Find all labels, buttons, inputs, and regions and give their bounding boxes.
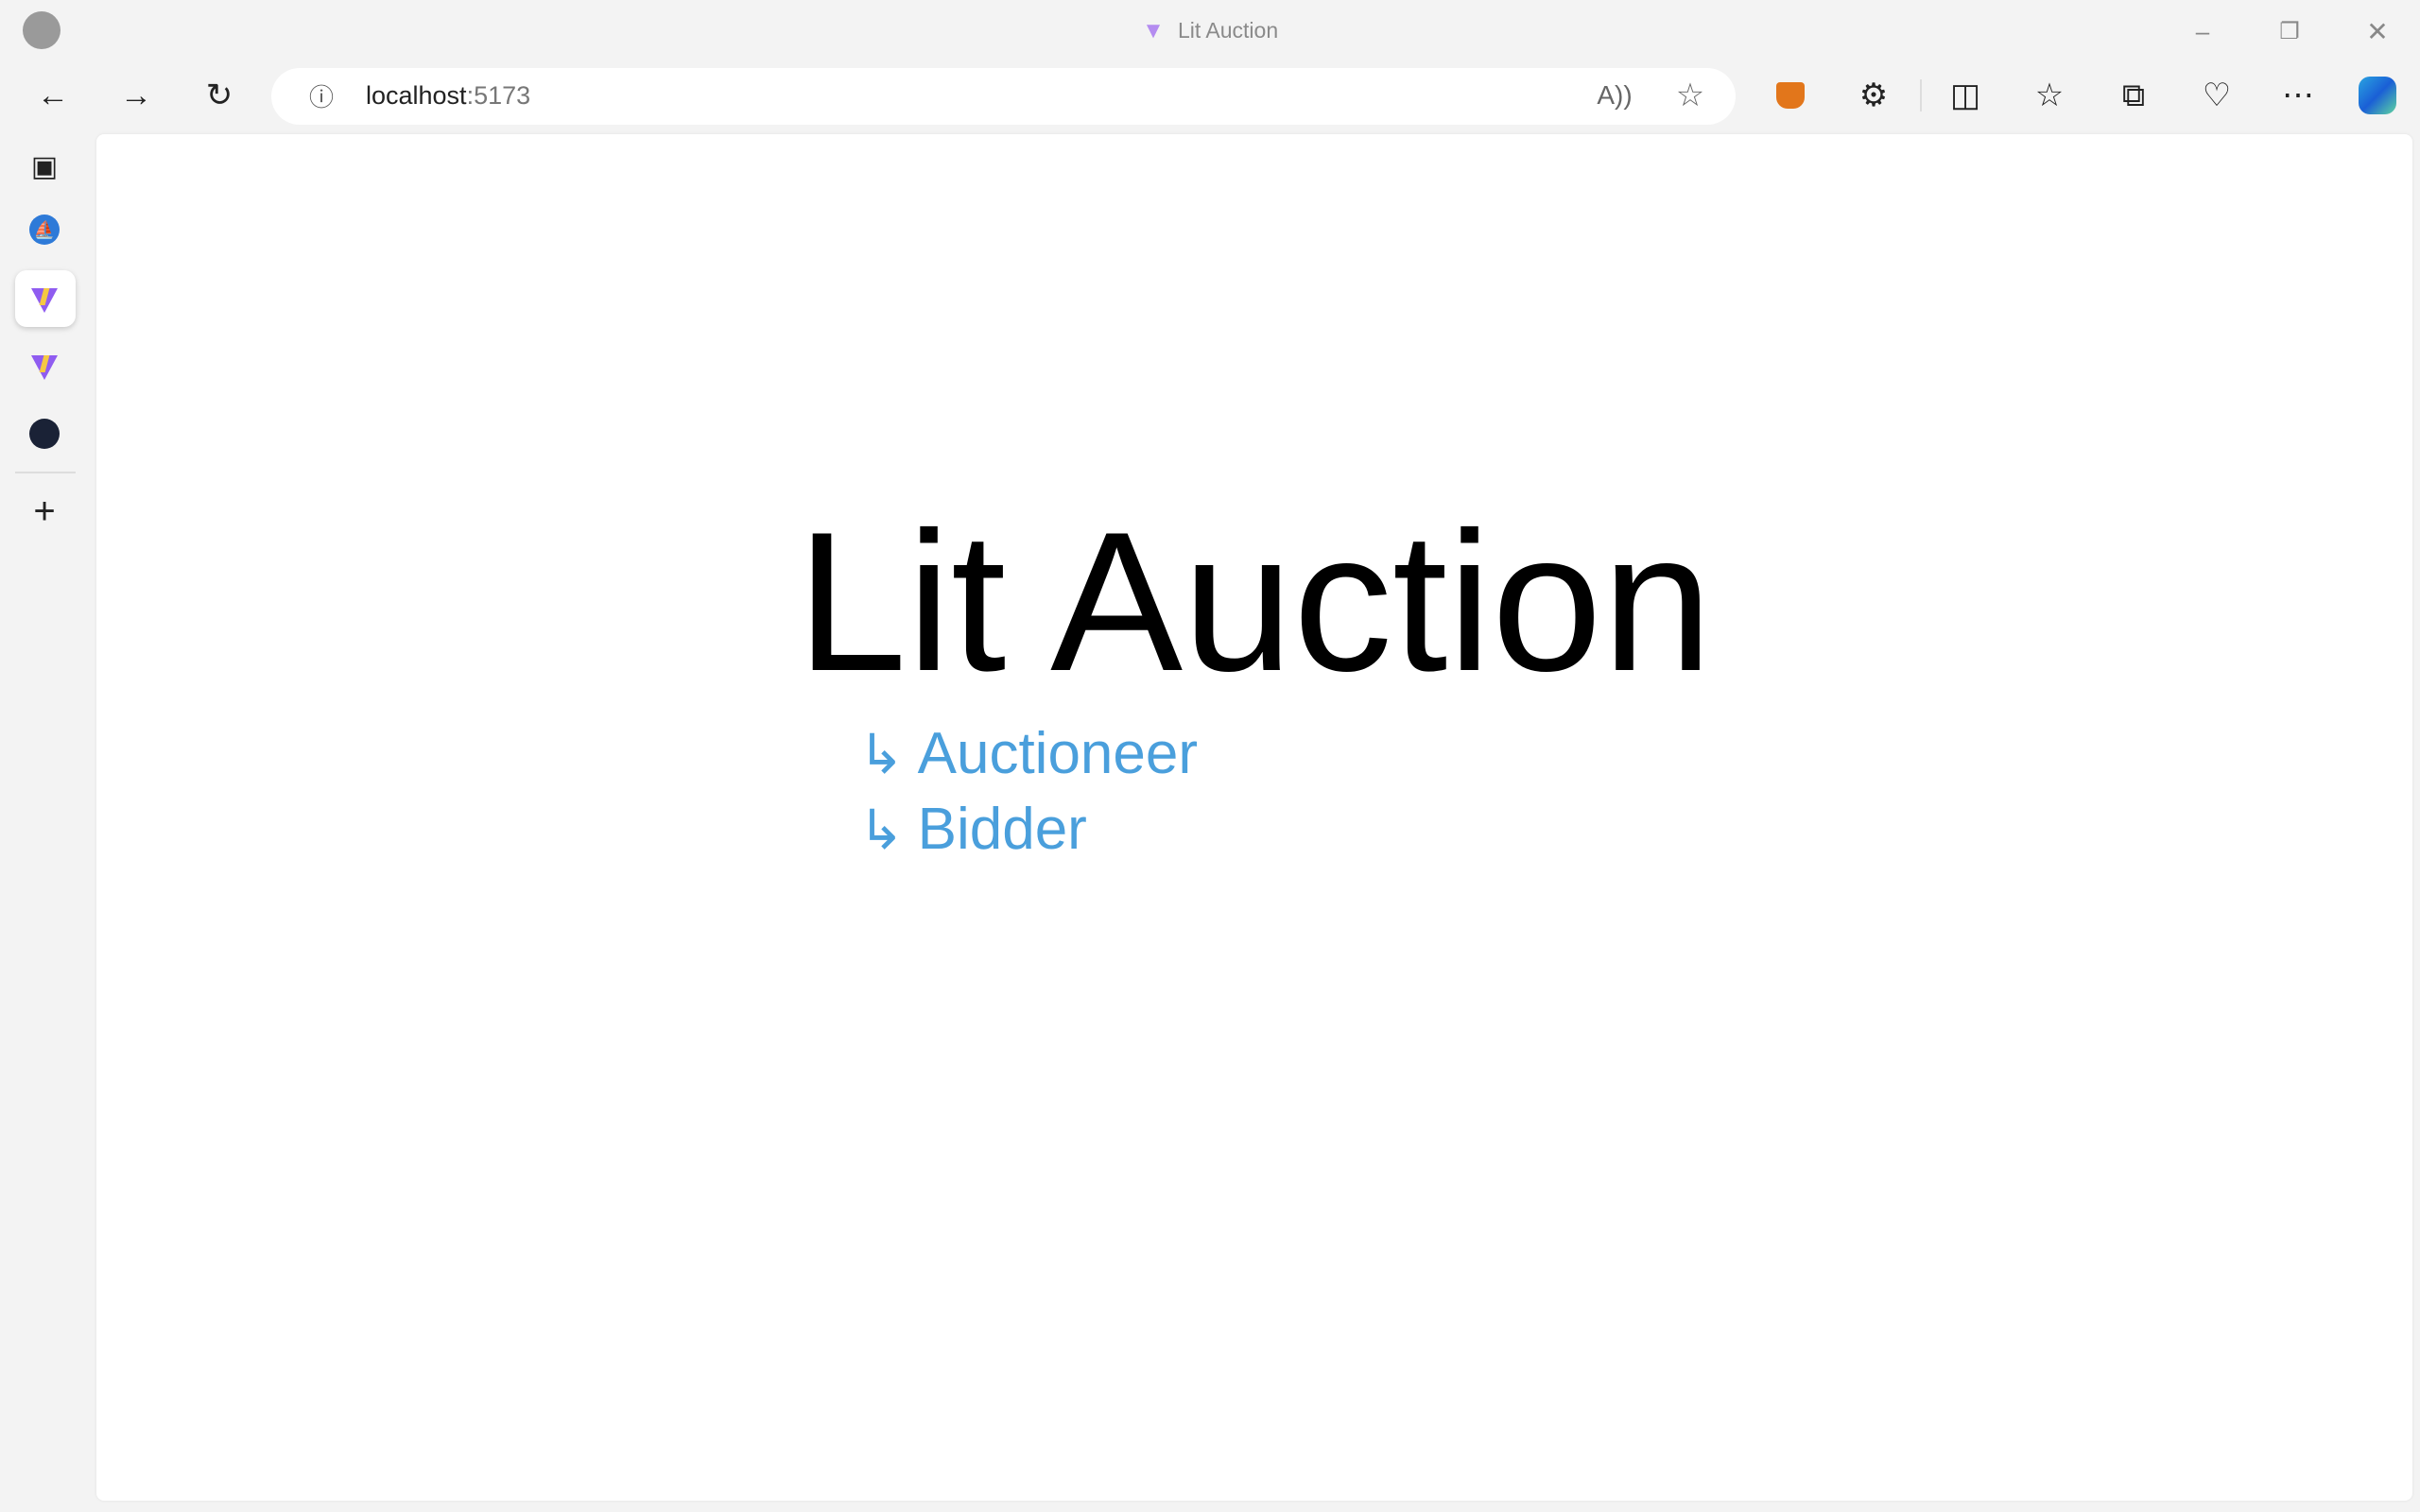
arrow-icon: ↳ <box>858 799 905 861</box>
page-title: Lit Auction <box>796 490 1713 713</box>
minimize-icon[interactable]: – <box>2174 3 2231 60</box>
forward-icon[interactable]: → <box>108 67 164 124</box>
vite-icon[interactable] <box>16 272 73 329</box>
copilot-icon[interactable] <box>2349 67 2406 124</box>
extensions-icon[interactable]: ⚙ <box>1845 67 1902 124</box>
back-icon[interactable]: ← <box>25 67 81 124</box>
link-label: Auctioneer <box>917 721 1199 786</box>
profile-avatar-icon[interactable] <box>13 2 70 59</box>
tab-actions-icon[interactable]: ▣ <box>16 138 73 195</box>
site-info-icon[interactable]: ⓘ <box>293 67 350 124</box>
opensea-icon[interactable]: ⛵ <box>16 201 73 258</box>
metamask-icon[interactable] <box>1762 67 1819 124</box>
restore-icon[interactable]: ❐ <box>2261 3 2318 60</box>
browser-essentials-icon[interactable]: ♡ <box>2188 67 2245 124</box>
more-icon[interactable]: ⋯ <box>2270 67 2326 124</box>
arrow-icon: ↳ <box>858 723 905 785</box>
url-port: :5173 <box>466 81 531 110</box>
vite-icon[interactable] <box>16 339 73 396</box>
favorite-star-icon[interactable]: ☆ <box>1662 67 1719 124</box>
reload-icon[interactable]: ↻ <box>191 67 248 124</box>
split-screen-icon[interactable]: ◫ <box>1937 67 1994 124</box>
url-host: localhost <box>366 81 467 110</box>
collections-icon[interactable]: ⧉ <box>2105 67 2162 124</box>
read-aloud-icon[interactable]: A)) <box>1586 67 1643 124</box>
coinmarketcap-icon[interactable] <box>16 405 73 462</box>
auctioneer-link[interactable]: ↳ Auctioneer <box>858 720 1198 787</box>
link-label: Bidder <box>917 797 1087 862</box>
favorites-icon[interactable]: ☆ <box>2021 67 2078 124</box>
vite-favicon-icon: ▼ <box>1142 18 1165 43</box>
close-icon[interactable]: ✕ <box>2349 3 2406 60</box>
page-content: Lit Auction ↳ Auctioneer ↳ Bidder <box>96 134 2412 1501</box>
bidder-link[interactable]: ↳ Bidder <box>858 796 1087 863</box>
toolbar-divider <box>1920 79 1922 112</box>
url-text[interactable]: localhost:5173 <box>366 81 530 111</box>
sidebar-divider <box>15 472 76 473</box>
window-title: Lit Auction <box>1178 18 1279 43</box>
add-icon[interactable]: + <box>16 483 73 540</box>
